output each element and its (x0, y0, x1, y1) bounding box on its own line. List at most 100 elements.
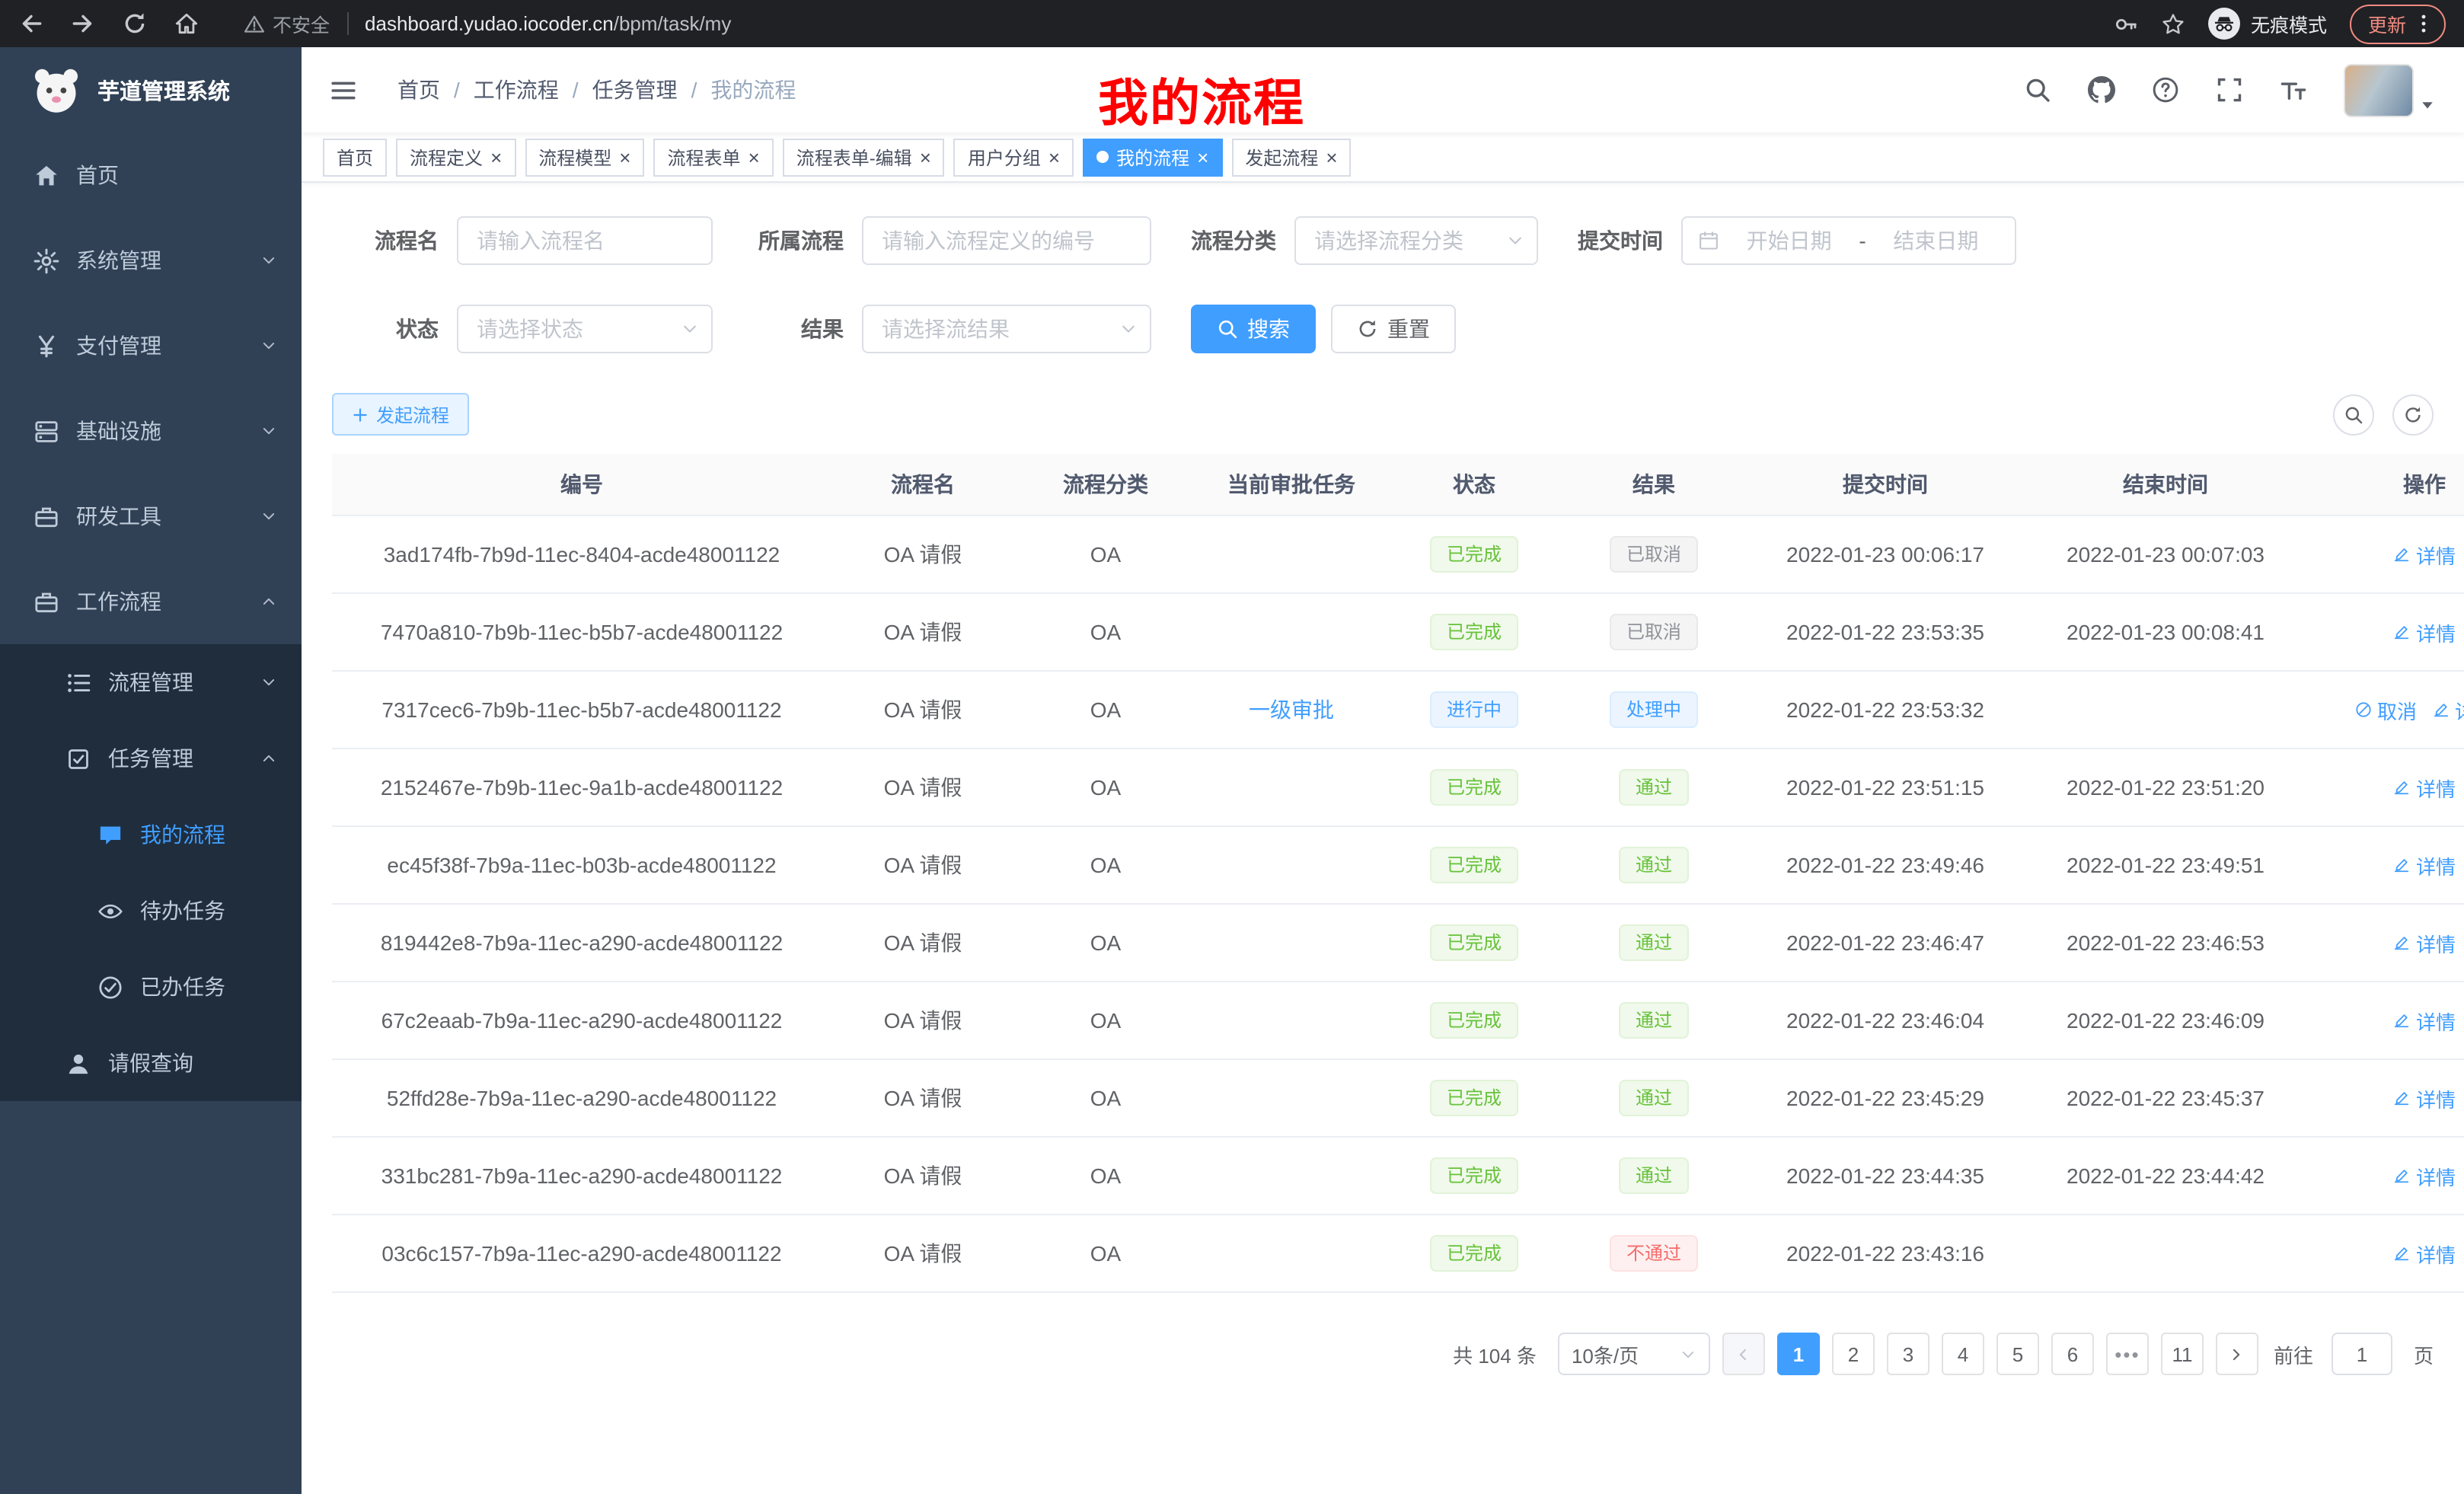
tree-icon (65, 669, 91, 695)
result-select[interactable] (862, 305, 1151, 353)
close-tab-icon[interactable]: × (490, 147, 502, 167)
page-11-button[interactable]: 11 (2161, 1333, 2204, 1375)
browser-back-icon[interactable] (18, 11, 44, 37)
status-select-input[interactable] (457, 305, 713, 353)
status-badge: 已完成 (1430, 1080, 1518, 1116)
tab-start-process[interactable]: 发起流程× (1231, 138, 1351, 176)
category-select-input[interactable] (1294, 216, 1538, 265)
prev-page-button[interactable] (1722, 1333, 1765, 1375)
incognito-label: 无痕模式 (2251, 9, 2327, 38)
sidebar-item-dev-tools[interactable]: 研发工具 (0, 474, 302, 559)
help-icon[interactable] (2152, 76, 2179, 104)
page-4-button[interactable]: 4 (1942, 1333, 1984, 1375)
close-tab-icon[interactable]: × (1326, 147, 1337, 167)
cell-process-name: OA 请假 (831, 1059, 1014, 1137)
browser-forward-icon[interactable] (70, 11, 96, 37)
detail-link[interactable]: 详情 (2393, 773, 2456, 802)
detail-link[interactable]: 详情 (2393, 540, 2456, 569)
close-tab-icon[interactable]: × (1197, 147, 1208, 167)
tab-process-form-edit[interactable]: 流程表单-编辑× (783, 138, 945, 176)
cell-actions: 取消详情 (2306, 671, 2464, 749)
page-3-button[interactable]: 3 (1887, 1333, 1929, 1375)
tab-process-model[interactable]: 流程模型× (525, 138, 644, 176)
detail-link[interactable]: 详情 (2393, 1239, 2456, 1268)
close-tab-icon[interactable]: × (619, 147, 630, 167)
cell-id: 7470a810-7b9b-11ec-b5b7-acde48001122 (332, 593, 831, 671)
sidebar-item-task-management[interactable]: 任务管理 (0, 720, 302, 796)
not-secure-warning-icon (244, 13, 265, 34)
sidebar-item-process-management[interactable]: 流程管理 (0, 644, 302, 720)
tab-process-form[interactable]: 流程表单× (653, 138, 773, 176)
header-search-icon[interactable] (2024, 76, 2051, 104)
breadcrumb-separator: / (454, 78, 460, 102)
sidebar-item-leave-query[interactable]: 请假查询 (0, 1025, 302, 1101)
close-tab-icon[interactable]: × (1048, 147, 1060, 167)
more-pages-button[interactable]: ••• (2106, 1333, 2149, 1375)
goto-page-input[interactable] (2332, 1333, 2392, 1375)
sidebar-item-home[interactable]: 首页 (0, 132, 302, 218)
sidebar-item-done-tasks[interactable]: 已办任务 (0, 949, 302, 1025)
page-size-select[interactable]: 10条/页 (1558, 1333, 1710, 1375)
tab-home[interactable]: 首页 (323, 138, 387, 176)
sidebar-item-my-process[interactable]: 我的流程 (0, 796, 302, 873)
detail-link[interactable]: 详情 (2393, 928, 2456, 957)
detail-link[interactable]: 详情 (2393, 1084, 2456, 1113)
result-select-input[interactable] (862, 305, 1151, 353)
detail-link[interactable]: 详情 (2393, 851, 2456, 879)
cell-result: 不通过 (1562, 1215, 1745, 1292)
cell-submit-time: 2022-01-22 23:44:35 (1745, 1137, 2025, 1215)
status-select[interactable] (457, 305, 713, 353)
sidebar-item-payment[interactable]: 支付管理 (0, 303, 302, 388)
tab-my-process[interactable]: 我的流程× (1083, 138, 1222, 176)
cell-result: 通过 (1562, 1059, 1745, 1137)
page-1-button[interactable]: 1 (1777, 1333, 1820, 1375)
sidebar-item-todo-tasks[interactable]: 待办任务 (0, 873, 302, 949)
page-5-button[interactable]: 5 (1996, 1333, 2039, 1375)
detail-link[interactable]: 详情 (2393, 1006, 2456, 1035)
cell-current-task (1197, 826, 1386, 904)
reset-button[interactable]: 重置 (1331, 305, 1456, 353)
sidebar-item-workflow[interactable]: 工作流程 (0, 559, 302, 644)
cancel-process-link[interactable]: 取消 (2354, 695, 2417, 724)
page-2-button[interactable]: 2 (1832, 1333, 1875, 1375)
sidebar-item-system[interactable]: 系统管理 (0, 218, 302, 303)
update-browser-button[interactable]: 更新 (2350, 4, 2446, 43)
breadcrumb-item[interactable]: 工作流程 (474, 75, 559, 105)
tab-process-definition[interactable]: 流程定义× (396, 138, 515, 176)
bookmark-star-icon[interactable] (2161, 11, 2185, 36)
password-key-icon[interactable] (2114, 11, 2138, 36)
current-task-link[interactable]: 一级审批 (1249, 698, 1334, 722)
fullscreen-icon[interactable] (2216, 76, 2243, 104)
create-process-button[interactable]: 发起流程 (332, 393, 469, 436)
hamburger-icon[interactable] (329, 77, 358, 103)
browser-reload-icon[interactable] (122, 11, 148, 37)
sidebar-item-infrastructure[interactable]: 基础设施 (0, 388, 302, 474)
parent-process-field: 所属流程 (752, 216, 1151, 265)
detail-link[interactable]: 详情 (2432, 695, 2464, 724)
browser-menu-icon[interactable] (2412, 12, 2435, 35)
breadcrumb-item[interactable]: 任务管理 (592, 75, 678, 105)
close-tab-icon[interactable]: × (920, 147, 931, 167)
detail-link[interactable]: 详情 (2393, 1161, 2456, 1190)
toggle-search-button[interactable] (2333, 394, 2374, 435)
github-icon[interactable] (2088, 76, 2115, 104)
parent-process-input[interactable] (862, 216, 1151, 265)
refresh-table-button[interactable] (2392, 394, 2434, 435)
submit-time-range-picker[interactable]: 开始日期 - 结束日期 (1681, 216, 2016, 265)
next-page-button[interactable] (2216, 1333, 2258, 1375)
breadcrumb-item[interactable]: 首页 (397, 75, 440, 105)
address-bar[interactable]: 不安全 dashboard.yudao.iocoder.cn/bpm/task/… (244, 9, 731, 38)
close-tab-icon[interactable]: × (748, 147, 760, 167)
result-field: 结果 (752, 305, 1151, 353)
tab-user-group[interactable]: 用户分组× (954, 138, 1074, 176)
font-size-icon[interactable] (2280, 76, 2307, 104)
message-icon (97, 822, 123, 848)
category-select[interactable] (1294, 216, 1538, 265)
search-button[interactable]: 搜索 (1191, 305, 1316, 353)
process-name-input[interactable] (457, 216, 713, 265)
page-6-button[interactable]: 6 (2051, 1333, 2094, 1375)
detail-link[interactable]: 详情 (2393, 618, 2456, 646)
browser-home-icon[interactable] (174, 11, 199, 37)
user-avatar[interactable] (2344, 63, 2437, 117)
chevron-right-icon (2229, 1346, 2245, 1362)
